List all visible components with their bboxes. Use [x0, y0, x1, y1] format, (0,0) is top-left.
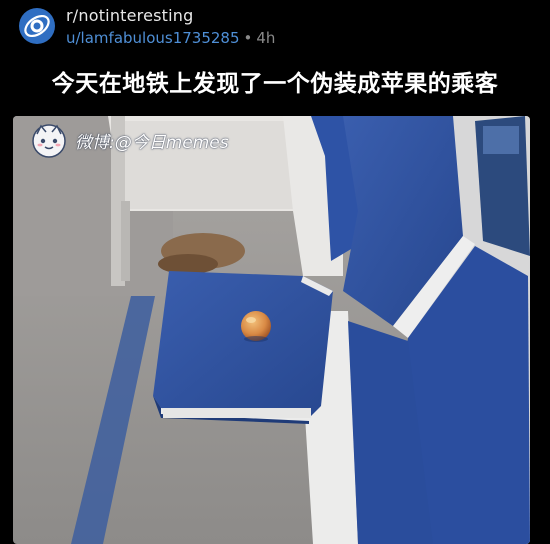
image-watermark: 微博:@今日memes [29, 120, 229, 160]
subreddit-avatar-icon[interactable] [19, 8, 55, 44]
subreddit-name[interactable]: r/notinteresting [66, 6, 194, 25]
post-header: r/notinteresting u/lamfabulous1735285 • 4h [0, 0, 550, 58]
watermark-text: 微博:@今日memes [75, 132, 229, 153]
post-meta: u/lamfabulous1735285 • 4h [66, 29, 275, 47]
post-title[interactable]: 今天在地铁上发现了一个伪装成苹果的乘客 [0, 64, 550, 98]
post-image[interactable]: 微博:@今日memes [13, 116, 530, 544]
post-author-link[interactable]: u/lamfabulous1735285 [66, 29, 240, 47]
meta-separator: • [243, 29, 253, 47]
subway-photo [13, 116, 530, 544]
weibo-mascot-icon [32, 124, 66, 158]
post-age: 4h [256, 29, 276, 47]
